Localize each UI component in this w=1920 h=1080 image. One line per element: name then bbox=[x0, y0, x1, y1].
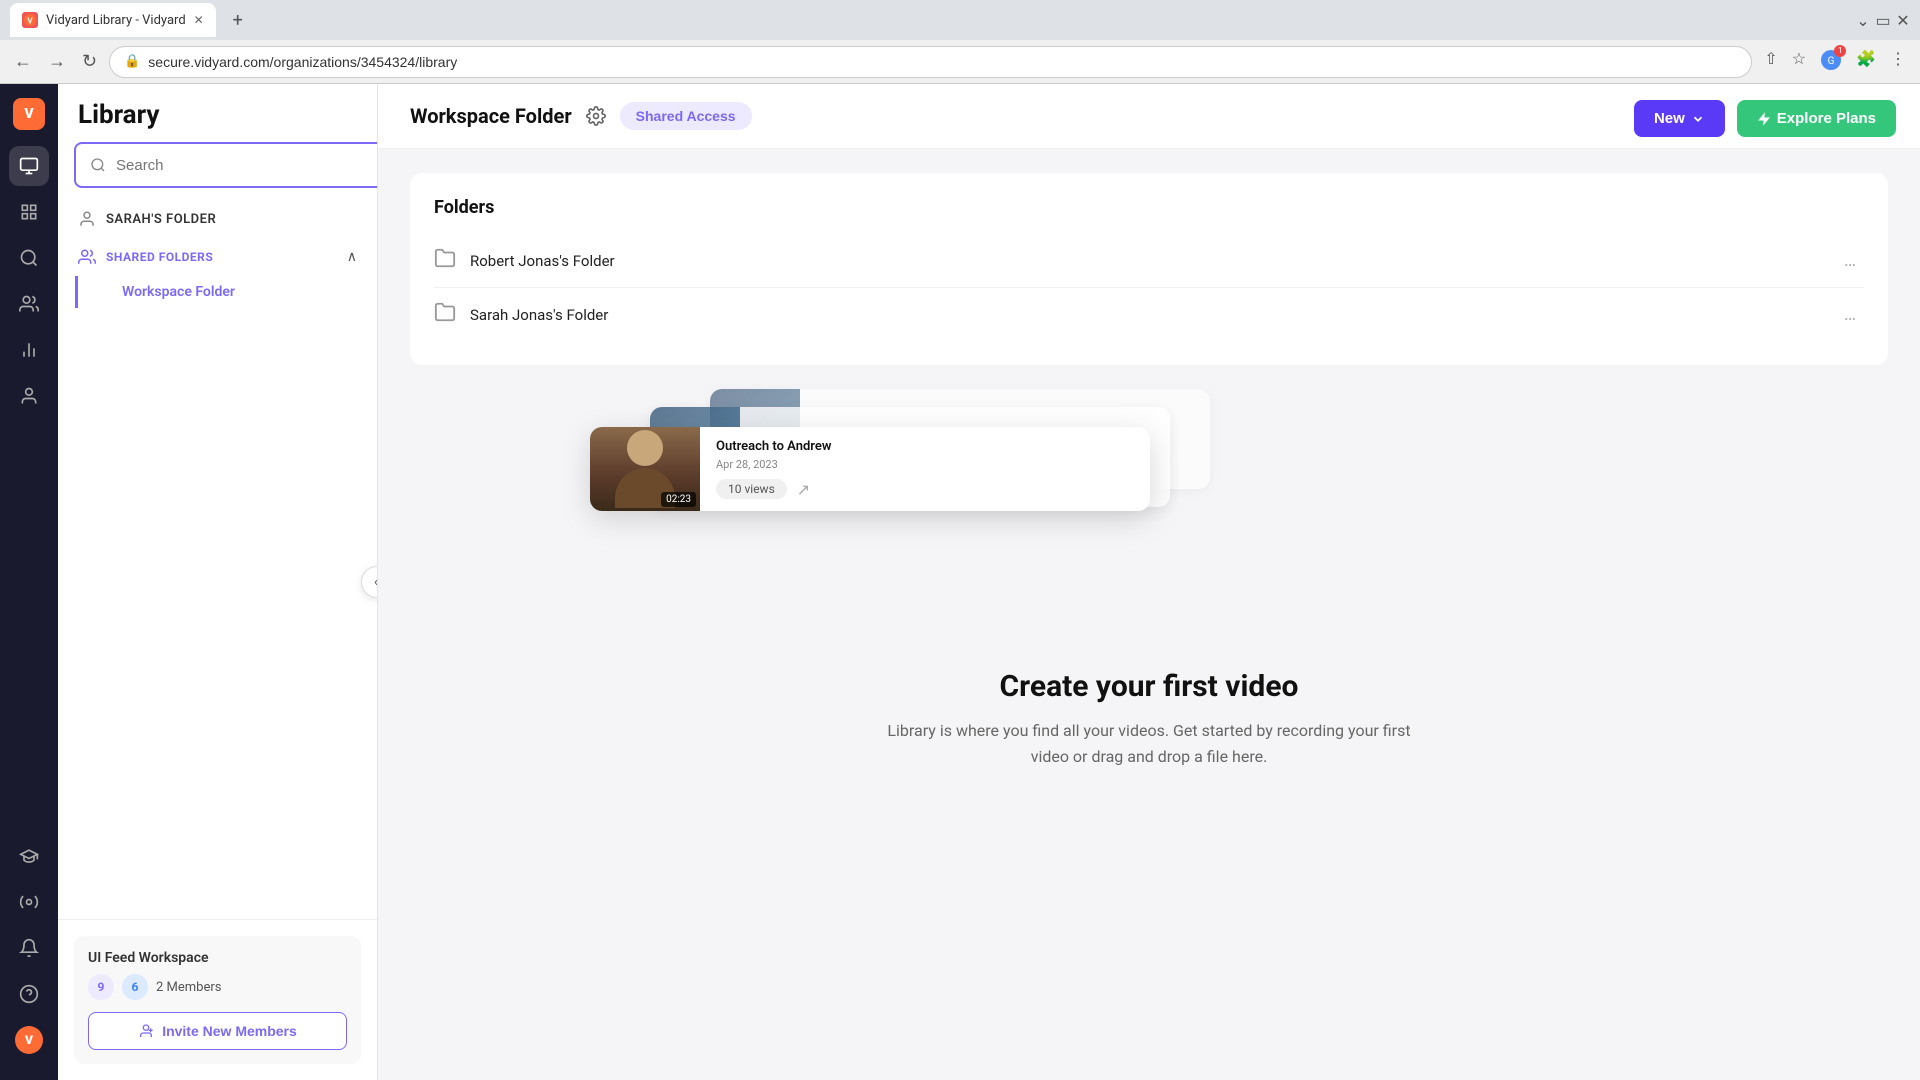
browser-tab[interactable]: V Vidyard Library - Vidyard ✕ bbox=[10, 3, 216, 37]
sidebar: Library SARAH'S FOLDER SHARED FOLDERS ∧ … bbox=[58, 84, 378, 1080]
nav-analytics[interactable] bbox=[9, 330, 49, 370]
folder-menu-2[interactable]: … bbox=[1836, 300, 1864, 329]
video-card-main[interactable]: 02:23 Outreach to Andrew Apr 28, 2023 10… bbox=[590, 427, 1150, 511]
folder-settings-icon[interactable] bbox=[586, 106, 606, 126]
search-input[interactable] bbox=[116, 157, 378, 174]
extensions-icon[interactable]: 🧩 bbox=[1852, 45, 1880, 79]
search-bar[interactable] bbox=[74, 142, 378, 188]
folder-icon-2 bbox=[434, 301, 456, 328]
sidebar-collapse-button[interactable]: « bbox=[361, 566, 378, 598]
folders-section-title: Folders bbox=[434, 197, 1864, 218]
lightning-icon bbox=[1757, 112, 1771, 126]
workspace-folder-nav[interactable]: Workspace Folder bbox=[75, 276, 377, 308]
shared-folders-label: SHARED FOLDERS bbox=[78, 248, 213, 266]
back-button[interactable]: ← bbox=[10, 47, 36, 76]
browser-titlebar: V Vidyard Library - Vidyard ✕ + ⌄ ▭ ✕ bbox=[0, 0, 1920, 40]
favicon: V bbox=[22, 12, 38, 28]
workspace-card: UI Feed Workspace 9 6 2 Members Invite N… bbox=[74, 936, 361, 1064]
shared-folders-header[interactable]: SHARED FOLDERS ∧ bbox=[58, 238, 377, 276]
shared-folder-icon bbox=[78, 248, 96, 266]
stat-badge-1: 9 bbox=[88, 974, 114, 1000]
main-content: New Explore Plans Workspace Folder Share… bbox=[378, 84, 1920, 1080]
stat-badge-2: 6 bbox=[122, 974, 148, 1000]
video-views: 10 views bbox=[716, 479, 787, 499]
video-share-icon[interactable]: ↗ bbox=[797, 480, 810, 499]
icon-nav: V bbox=[0, 84, 58, 1080]
search-icon bbox=[90, 157, 106, 173]
toolbar-icons: ⇧ ☆ G 1 🧩 ⋮ bbox=[1760, 45, 1910, 79]
notification-badge: 1 bbox=[1834, 45, 1846, 57]
tab-title: Vidyard Library - Vidyard bbox=[46, 13, 186, 28]
settings-dots-icon[interactable]: ⋮ bbox=[1886, 45, 1910, 79]
app-container: V bbox=[0, 84, 1920, 1080]
folder-title: Workspace Folder bbox=[410, 104, 572, 128]
video-preview-area: Pricing Proposal Walkthrough Product Dem… bbox=[410, 389, 1888, 609]
workspace-stats: 9 6 2 Members bbox=[88, 974, 347, 1000]
content-area: Folders Robert Jonas's Folder … Sarah Jo… bbox=[378, 149, 1920, 833]
close-tab-icon[interactable]: ✕ bbox=[194, 13, 204, 27]
page-title: Library bbox=[78, 100, 159, 130]
empty-state: Create your first video Library is where… bbox=[410, 629, 1888, 809]
nav-team[interactable] bbox=[9, 284, 49, 324]
user-icon bbox=[78, 210, 96, 228]
folder-row[interactable]: Robert Jonas's Folder … bbox=[434, 234, 1864, 288]
browser-toolbar: ← → ↻ 🔒 ⇧ ☆ G 1 🧩 ⋮ bbox=[0, 40, 1920, 84]
invite-members-button[interactable]: Invite New Members bbox=[88, 1012, 347, 1050]
refresh-button[interactable]: ↻ bbox=[78, 47, 101, 76]
address-bar[interactable]: 🔒 bbox=[109, 46, 1752, 78]
close-window-icon[interactable]: ✕ bbox=[1896, 13, 1910, 27]
workspace-name: UI Feed Workspace bbox=[88, 950, 347, 966]
url-input[interactable] bbox=[148, 54, 1737, 70]
window-controls: ⌄ ▭ ✕ bbox=[1856, 13, 1910, 27]
nav-library[interactable] bbox=[9, 192, 49, 232]
svg-text:G: G bbox=[1828, 56, 1835, 67]
folders-card: Folders Robert Jonas's Folder … Sarah Jo… bbox=[410, 173, 1888, 365]
nav-education[interactable] bbox=[9, 836, 49, 876]
folder-name-2: Sarah Jonas's Folder bbox=[470, 306, 1836, 324]
members-label: 2 Members bbox=[156, 980, 221, 995]
sarahs-folder-nav[interactable]: SARAH'S FOLDER bbox=[58, 200, 377, 238]
video-date: Apr 28, 2023 bbox=[716, 458, 1134, 471]
nav-vidyard-icon[interactable]: V bbox=[9, 1020, 49, 1060]
sidebar-bottom: UI Feed Workspace 9 6 2 Members Invite N… bbox=[58, 919, 377, 1080]
nav-bottom: V bbox=[9, 836, 49, 1070]
video-title: Outreach to Andrew bbox=[716, 439, 1134, 454]
nav-help[interactable] bbox=[9, 974, 49, 1014]
add-person-icon bbox=[138, 1023, 154, 1039]
folder-name-1: Robert Jonas's Folder bbox=[470, 252, 1836, 270]
nav-search[interactable] bbox=[9, 238, 49, 278]
shared-access-button[interactable]: Shared Access bbox=[620, 102, 752, 130]
chevron-up-icon: ∧ bbox=[347, 249, 357, 265]
folder-row[interactable]: Sarah Jonas's Folder … bbox=[434, 288, 1864, 341]
video-duration: 02:23 bbox=[661, 492, 696, 507]
profile-icon[interactable]: G 1 bbox=[1816, 45, 1846, 79]
chevron-down-icon bbox=[1691, 112, 1705, 126]
app-logo[interactable]: V bbox=[9, 94, 49, 134]
minimize-icon[interactable]: ⌄ bbox=[1856, 13, 1870, 27]
maximize-icon[interactable]: ▭ bbox=[1876, 13, 1890, 27]
folder-menu-1[interactable]: … bbox=[1836, 246, 1864, 275]
share-icon[interactable]: ⇧ bbox=[1760, 45, 1781, 79]
nav-notifications[interactable] bbox=[9, 928, 49, 968]
svg-text:V: V bbox=[27, 17, 33, 26]
star-icon[interactable]: ☆ bbox=[1788, 45, 1810, 79]
sarahs-folder-label: SARAH'S FOLDER bbox=[106, 212, 216, 227]
empty-state-title: Create your first video bbox=[430, 669, 1868, 704]
vidyard-logo-icon: V bbox=[13, 98, 45, 130]
nav-home[interactable] bbox=[9, 146, 49, 186]
nav-contacts[interactable] bbox=[9, 376, 49, 416]
nav-integrations[interactable] bbox=[9, 882, 49, 922]
explore-plans-button[interactable]: Explore Plans bbox=[1737, 100, 1896, 137]
new-button[interactable]: New bbox=[1634, 100, 1725, 137]
folder-icon-1 bbox=[434, 247, 456, 274]
new-tab-button[interactable]: + bbox=[224, 6, 252, 34]
lock-icon: 🔒 bbox=[124, 54, 140, 69]
empty-state-description: Library is where you find all your video… bbox=[869, 718, 1429, 769]
forward-button[interactable]: → bbox=[44, 47, 70, 76]
browser-chrome: V Vidyard Library - Vidyard ✕ + ⌄ ▭ ✕ ← … bbox=[0, 0, 1920, 84]
